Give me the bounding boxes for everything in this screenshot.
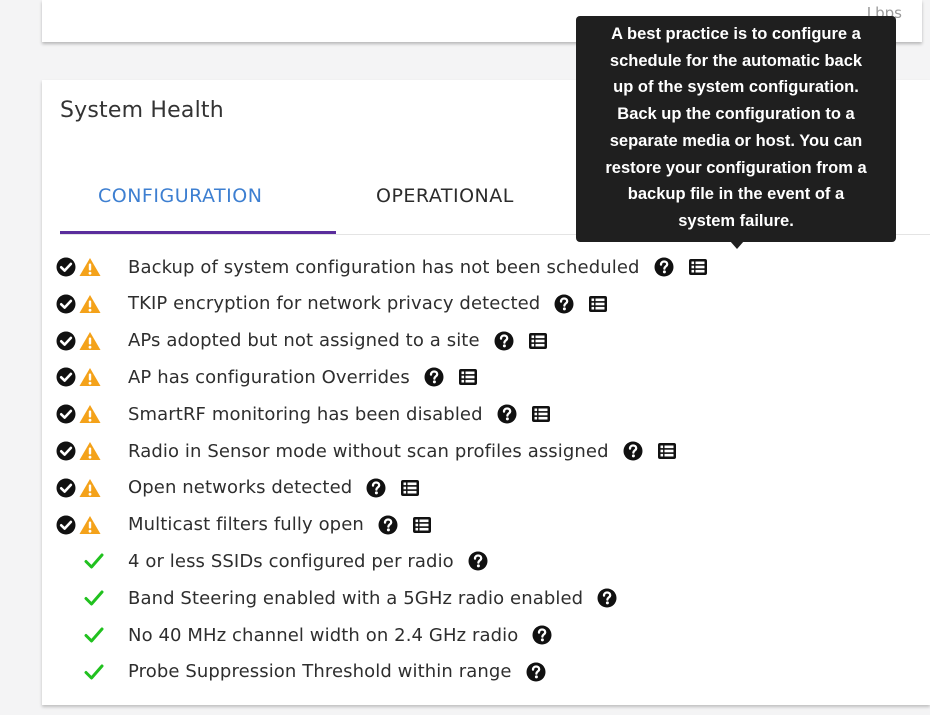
list-icon[interactable] <box>400 479 420 497</box>
health-check-label: SmartRF monitoring has been disabled <box>128 403 483 425</box>
status-icons <box>56 257 128 277</box>
status-icons <box>56 478 128 498</box>
warning-triangle-icon <box>79 294 101 314</box>
check-circle-icon[interactable] <box>56 478 76 498</box>
warning-triangle-icon <box>79 367 101 387</box>
status-icons <box>56 552 128 570</box>
check-circle-icon[interactable] <box>56 367 76 387</box>
health-check-label: No 40 MHz channel width on 2.4 GHz radio <box>128 624 519 646</box>
health-check-label: TKIP encryption for network privacy dete… <box>128 293 541 315</box>
checkmark-icon <box>84 626 104 644</box>
panel-title: System Health <box>60 98 224 123</box>
list-icon[interactable] <box>528 332 548 350</box>
question-circle-icon[interactable] <box>424 367 444 387</box>
question-circle-icon[interactable] <box>532 625 552 645</box>
tooltip-line: up of the system configuration. <box>613 78 859 97</box>
checkmark-icon <box>84 589 104 607</box>
list-icon[interactable] <box>688 258 708 276</box>
health-check-row: No 40 MHz channel width on 2.4 GHz radio <box>56 622 552 648</box>
list-icon[interactable] <box>458 368 478 386</box>
tooltip-line: separate media or host. You can <box>609 131 863 150</box>
health-check-label: AP has configuration Overrides <box>128 366 410 388</box>
tooltip-line: A best practice is to configure a <box>611 25 861 43</box>
status-icons <box>56 331 128 351</box>
health-check-row: APs adopted but not assigned to a site <box>56 328 548 354</box>
status-icons <box>56 441 128 461</box>
tooltip-line: schedule for the automatic back <box>609 51 863 70</box>
status-icons <box>56 626 128 644</box>
question-circle-icon[interactable] <box>597 588 617 608</box>
status-icons <box>56 663 128 681</box>
status-icons <box>56 404 128 424</box>
tooltip-arrow <box>730 241 744 249</box>
status-icons <box>56 515 128 535</box>
health-check-label: 4 or less SSIDs configured per radio <box>128 550 454 572</box>
health-check-row: Open networks detected <box>56 475 420 501</box>
question-circle-icon[interactable] <box>366 478 386 498</box>
list-icon[interactable] <box>657 442 677 460</box>
check-circle-icon[interactable] <box>56 404 76 424</box>
tooltip-line: restore your configuration from a <box>605 158 867 177</box>
health-check-row: 4 or less SSIDs configured per radio <box>56 548 488 574</box>
question-circle-icon[interactable] <box>554 294 574 314</box>
check-circle-icon[interactable] <box>56 515 76 535</box>
tooltip-line: Back up the configuration to a <box>617 105 855 124</box>
health-check-row: SmartRF monitoring has been disabled <box>56 401 551 427</box>
tab-configuration[interactable]: CONFIGURATION <box>98 185 262 207</box>
health-check-label: Radio in Sensor mode without scan profil… <box>128 440 609 462</box>
tooltip-line: system failure. <box>678 211 794 230</box>
question-circle-icon[interactable] <box>654 257 674 277</box>
health-check-label: APs adopted but not assigned to a site <box>128 330 480 352</box>
list-icon[interactable] <box>588 295 608 313</box>
check-circle-icon[interactable] <box>56 257 76 277</box>
health-check-label: Band Steering enabled with a 5GHz radio … <box>128 587 584 609</box>
health-check-row: Radio in Sensor mode without scan profil… <box>56 438 677 464</box>
health-check-label: Backup of system configuration has not b… <box>128 256 640 278</box>
check-circle-icon[interactable] <box>56 294 76 314</box>
status-icons <box>56 294 128 314</box>
health-check-row: Probe Suppression Threshold within range <box>56 659 546 685</box>
check-circle-icon[interactable] <box>56 331 76 351</box>
list-icon[interactable] <box>531 405 551 423</box>
question-circle-icon[interactable] <box>623 441 643 461</box>
question-circle-icon[interactable] <box>526 662 546 682</box>
list-icon[interactable] <box>412 516 432 534</box>
tab-operational[interactable]: OPERATIONAL <box>376 185 514 207</box>
health-check-row: Multicast filters fully open <box>56 512 432 538</box>
health-check-label: Probe Suppression Threshold within range <box>128 661 512 683</box>
health-check-label: Open networks detected <box>128 477 353 499</box>
health-check-row: TKIP encryption for network privacy dete… <box>56 291 608 317</box>
question-circle-icon[interactable] <box>468 551 488 571</box>
tooltip-line: backup file in the event of a <box>627 185 845 204</box>
warning-triangle-icon <box>79 257 101 277</box>
warning-triangle-icon <box>79 441 101 461</box>
health-check-row: Backup of system configuration has not b… <box>56 254 708 280</box>
status-icons <box>56 367 128 387</box>
question-circle-icon[interactable] <box>497 404 517 424</box>
warning-triangle-icon <box>79 478 101 498</box>
status-icons <box>56 589 128 607</box>
health-check-row: Band Steering enabled with a 5GHz radio … <box>56 585 617 611</box>
health-check-row: AP has configuration Overrides <box>56 364 478 390</box>
warning-triangle-icon <box>79 404 101 424</box>
question-circle-icon[interactable] <box>378 515 398 535</box>
question-circle-icon[interactable] <box>494 331 514 351</box>
health-check-label: Multicast filters fully open <box>128 514 364 536</box>
checkmark-icon <box>84 552 104 570</box>
check-circle-icon[interactable] <box>56 441 76 461</box>
warning-triangle-icon <box>79 331 101 351</box>
help-tooltip: A best practice is to configure a schedul… <box>576 16 896 242</box>
warning-triangle-icon <box>79 515 101 535</box>
checkmark-icon <box>84 663 104 681</box>
